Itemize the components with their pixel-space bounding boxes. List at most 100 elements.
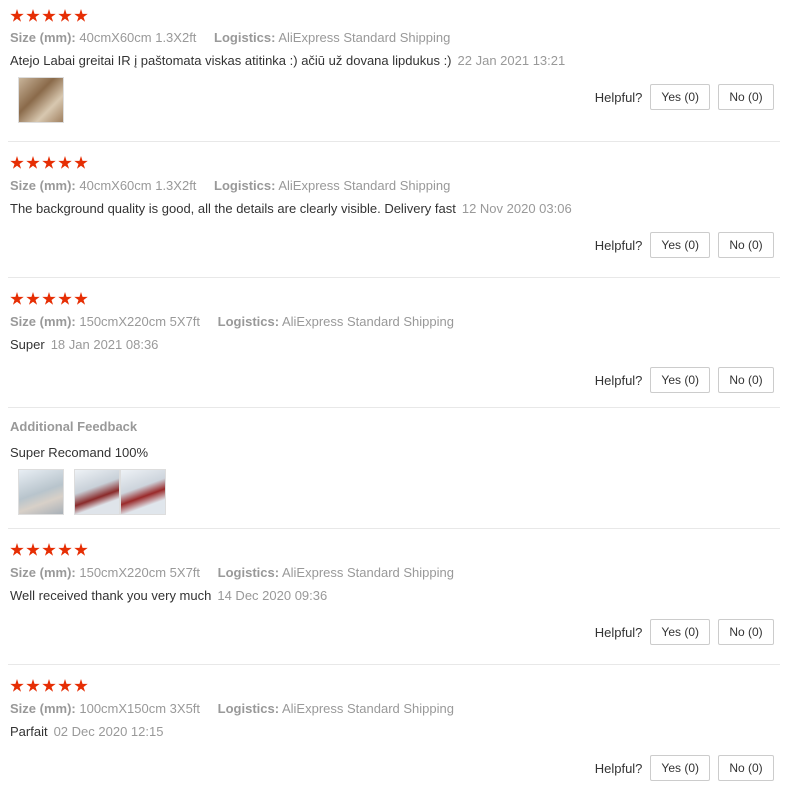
helpful-label: Helpful? — [594, 624, 643, 640]
review-photo-thumbnail[interactable] — [18, 77, 64, 123]
review-divider — [8, 528, 780, 529]
review-divider — [8, 141, 780, 142]
helpful-controls: Helpful? Yes (0) No (0) — [595, 84, 774, 110]
review-text: Parfait — [10, 724, 48, 739]
star-icon — [42, 679, 56, 692]
review-text: The background quality is good, all the … — [10, 201, 456, 216]
review-text-row: Super 18 Jan 2021 08:36 — [10, 337, 158, 352]
star-icon — [42, 156, 56, 169]
logistics-label: Logistics: — [217, 314, 280, 329]
review-text-row: Well received thank you very much 14 Dec … — [10, 588, 327, 603]
star-icon — [26, 9, 40, 22]
additional-photo-thumbnail[interactable] — [18, 469, 64, 515]
review-date: 02 Dec 2020 12:15 — [53, 724, 164, 739]
star-icon — [74, 679, 88, 692]
logistics-value: AliExpress Standard Shipping — [281, 565, 454, 580]
star-icon — [58, 679, 72, 692]
review-date: 18 Jan 2021 08:36 — [50, 337, 159, 352]
helpful-label: Helpful? — [594, 237, 643, 253]
star-icon — [10, 156, 24, 169]
helpful-yes-button[interactable]: Yes (0) — [650, 232, 710, 258]
review-divider — [8, 277, 780, 278]
helpful-yes-button[interactable]: Yes (0) — [650, 619, 710, 645]
review-meta: Size (mm): 150cmX220cm 5X7ft Logistics: … — [10, 314, 454, 329]
rating-stars — [10, 156, 88, 172]
review-meta: Size (mm): 150cmX220cm 5X7ft Logistics: … — [10, 565, 454, 580]
helpful-no-button[interactable]: No (0) — [718, 84, 774, 110]
star-icon — [26, 679, 40, 692]
rating-stars — [10, 292, 88, 308]
size-label: Size (mm): — [10, 701, 76, 716]
star-icon — [42, 543, 56, 556]
star-icon — [58, 156, 72, 169]
rating-stars — [10, 9, 88, 25]
review-text-row: The background quality is good, all the … — [10, 201, 572, 216]
size-value: 40cmX60cm 1.3X2ft — [79, 30, 197, 45]
helpful-no-button[interactable]: No (0) — [718, 619, 774, 645]
review-text: Atejo Labai greitai IR į paštomata viska… — [10, 53, 452, 68]
size-label: Size (mm): — [10, 565, 76, 580]
rating-stars — [10, 543, 88, 559]
additional-photo-thumbnail[interactable] — [120, 469, 166, 515]
star-icon — [26, 156, 40, 169]
star-icon — [26, 543, 40, 556]
additional-photo-thumbnail[interactable] — [74, 469, 120, 515]
helpful-controls: Helpful? Yes (0) No (0) — [595, 619, 774, 645]
logistics-label: Logistics: — [214, 30, 276, 45]
helpful-no-button[interactable]: No (0) — [718, 232, 774, 258]
review-text: Well received thank you very much — [10, 588, 212, 603]
review-text: Super — [10, 337, 45, 352]
logistics-value: AliExpress Standard Shipping — [278, 30, 451, 45]
size-label: Size (mm): — [10, 30, 76, 45]
size-label: Size (mm): — [10, 178, 76, 193]
review-text-row: Parfait 02 Dec 2020 12:15 — [10, 724, 163, 739]
star-icon — [74, 292, 88, 305]
review-meta: Size (mm): 40cmX60cm 1.3X2ft Logistics: … — [10, 178, 450, 193]
helpful-yes-button[interactable]: Yes (0) — [650, 755, 710, 781]
logistics-value: AliExpress Standard Shipping — [281, 314, 454, 329]
review-date: 14 Dec 2020 09:36 — [217, 588, 328, 603]
logistics-label: Logistics: — [214, 178, 276, 193]
review-divider — [8, 664, 780, 665]
star-icon — [42, 292, 56, 305]
star-icon — [74, 543, 88, 556]
size-value: 150cmX220cm 5X7ft — [79, 314, 201, 329]
review-divider — [8, 407, 780, 408]
helpful-yes-button[interactable]: Yes (0) — [650, 367, 710, 393]
logistics-label: Logistics: — [217, 565, 280, 580]
star-icon — [74, 156, 88, 169]
star-icon — [42, 9, 56, 22]
helpful-controls: Helpful? Yes (0) No (0) — [595, 755, 774, 781]
size-value: 150cmX220cm 5X7ft — [79, 565, 201, 580]
helpful-no-button[interactable]: No (0) — [718, 367, 774, 393]
rating-stars — [10, 679, 88, 695]
star-icon — [58, 9, 72, 22]
review-meta: Size (mm): 40cmX60cm 1.3X2ft Logistics: … — [10, 30, 450, 45]
size-value: 40cmX60cm 1.3X2ft — [79, 178, 197, 193]
logistics-label: Logistics: — [217, 701, 280, 716]
star-icon — [10, 292, 24, 305]
star-icon — [10, 9, 24, 22]
helpful-label: Helpful? — [594, 89, 643, 105]
size-value: 100cmX150cm 3X5ft — [79, 701, 201, 716]
star-icon — [58, 292, 72, 305]
logistics-value: AliExpress Standard Shipping — [278, 178, 451, 193]
review-date: 22 Jan 2021 13:21 — [457, 53, 566, 68]
helpful-controls: Helpful? Yes (0) No (0) — [595, 367, 774, 393]
helpful-label: Helpful? — [594, 760, 643, 776]
additional-feedback-title: Additional Feedback — [10, 419, 138, 434]
size-label: Size (mm): — [10, 314, 76, 329]
review-date: 12 Nov 2020 03:06 — [461, 201, 572, 216]
helpful-label: Helpful? — [594, 372, 643, 388]
star-icon — [74, 9, 88, 22]
additional-feedback-text: Super Recomand 100% — [10, 445, 149, 460]
logistics-value: AliExpress Standard Shipping — [281, 701, 454, 716]
helpful-no-button[interactable]: No (0) — [718, 755, 774, 781]
star-icon — [58, 543, 72, 556]
helpful-controls: Helpful? Yes (0) No (0) — [595, 232, 774, 258]
helpful-yes-button[interactable]: Yes (0) — [650, 84, 710, 110]
star-icon — [26, 292, 40, 305]
review-meta: Size (mm): 100cmX150cm 3X5ft Logistics: … — [10, 701, 454, 716]
star-icon — [10, 679, 24, 692]
star-icon — [10, 543, 24, 556]
